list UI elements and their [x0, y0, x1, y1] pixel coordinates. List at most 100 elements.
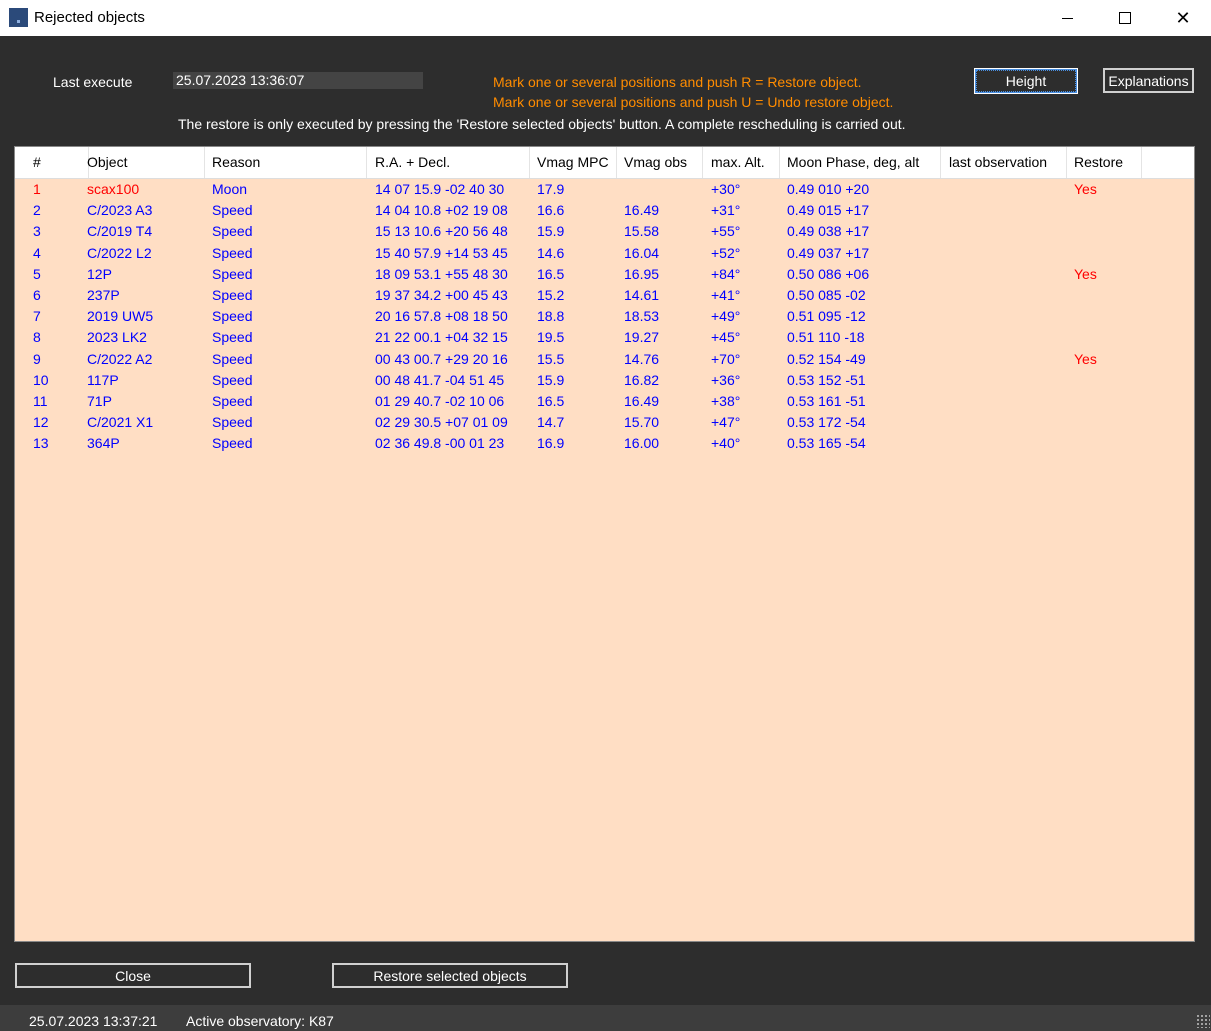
- cell-moon: 0.52 154 -49: [787, 350, 866, 367]
- cell-num: 3: [33, 223, 41, 240]
- cell-vmag-mpc: 14.6: [537, 244, 565, 261]
- cell-object: 237P: [87, 287, 120, 303]
- cell-max-alt: +52°: [711, 244, 741, 261]
- cell-reason: Speed: [212, 244, 253, 261]
- cell-object: C/2022 L2: [87, 244, 152, 261]
- cell-vmag-mpc: 15.9: [537, 223, 565, 240]
- table-row[interactable]: 7 2019 UW5 Speed 20 16 57.8 +08 18 50 18.8 18…: [15, 306, 1194, 327]
- table-row[interactable]: 13 364P Speed 02 36 49.8 -00 01 23 16.9 16.00…: [15, 433, 1194, 454]
- cell-object: 117P: [87, 371, 119, 388]
- cell-last-obs: [941, 306, 949, 327]
- column-header-moon[interactable]: Moon Phase, deg, alt: [779, 147, 941, 178]
- table-row[interactable]: 1 scax100 Moon 14 07 15.9 -02 40 30 17.9 +30°…: [15, 179, 1194, 200]
- cell-max-alt: +84°: [711, 265, 741, 282]
- table-row[interactable]: 6 237P Speed 19 37 34.2 +00 45 43 15.2 14.61 +…: [15, 285, 1194, 306]
- cell-reason: Speed: [212, 435, 253, 452]
- table-row[interactable]: 10 117P Speed 00 48 41.7 -04 51 45 15.9 16.82…: [15, 370, 1194, 391]
- cell-last-obs: [941, 200, 949, 221]
- cell-object: 2019 UW5: [87, 308, 154, 325]
- cell-num: 11: [33, 393, 48, 409]
- cell-vmag-obs: 19.27: [624, 329, 660, 346]
- cell-object: 71P: [87, 393, 112, 409]
- column-header-vmag-obs[interactable]: Vmag obs: [616, 147, 703, 178]
- cell-max-alt: +41°: [711, 287, 741, 303]
- column-header-restore[interactable]: Restore: [1066, 147, 1142, 178]
- table-row[interactable]: 9 C/2022 A2 Speed 00 43 00.7 +29 20 16 15.5 1…: [15, 349, 1194, 370]
- status-observatory: Active observatory: K87: [186, 1013, 334, 1029]
- cell-num: 2: [33, 202, 41, 219]
- cell-reason: Speed: [212, 414, 253, 431]
- cell-num: 10: [33, 371, 49, 388]
- cell-restore: [1066, 327, 1074, 348]
- cell-restore: Yes: [1074, 265, 1097, 282]
- cell-vmag-obs: 15.58: [624, 223, 660, 240]
- cell-moon: 0.50 085 -02: [787, 287, 866, 303]
- cell-vmag-mpc: 16.5: [537, 393, 565, 409]
- close-button[interactable]: Close: [15, 963, 251, 988]
- cell-vmag-mpc: 15.2: [537, 287, 565, 303]
- table-row[interactable]: 12 C/2021 X1 Speed 02 29 30.5 +07 01 09 14.7…: [15, 412, 1194, 433]
- cell-num: 13: [33, 435, 49, 452]
- column-header-vmag-mpc[interactable]: Vmag MPC: [529, 147, 617, 178]
- cell-num: 7: [33, 308, 41, 325]
- cell-vmag-mpc: 16.9: [537, 435, 565, 452]
- cell-reason: Speed: [212, 308, 253, 325]
- cell-moon: 0.53 161 -51: [787, 393, 866, 409]
- cell-last-obs: [941, 243, 949, 264]
- rejected-objects-table[interactable]: # Object Reason R.A. + Decl. Vmag MPC Vm…: [14, 146, 1195, 942]
- cell-last-obs: [941, 370, 949, 391]
- cell-radec: 19 37 34.2 +00 45 43: [375, 287, 508, 303]
- table-row[interactable]: 3 C/2019 T4 Speed 15 13 10.6 +20 56 48 15.9 1…: [15, 221, 1194, 242]
- cell-reason: Speed: [212, 393, 253, 409]
- cell-restore: Yes: [1074, 181, 1097, 197]
- cell-max-alt: +38°: [711, 393, 741, 409]
- cell-object: C/2019 T4: [87, 223, 153, 240]
- column-header-last-observation[interactable]: last observation: [941, 147, 1067, 178]
- resize-grip-icon[interactable]: [1196, 1014, 1210, 1028]
- cell-reason: Speed: [212, 371, 253, 388]
- cell-num: 6: [33, 287, 41, 303]
- close-icon: ✕: [1175, 7, 1191, 28]
- column-header-reason[interactable]: Reason: [204, 147, 367, 178]
- table-row[interactable]: 4 C/2022 L2 Speed 15 40 57.9 +14 53 45 14.6 1…: [15, 243, 1194, 264]
- cell-object: scax100: [87, 181, 140, 197]
- cell-reason: Speed: [212, 265, 253, 282]
- maximize-button[interactable]: [1096, 0, 1154, 36]
- cell-moon: 0.53 172 -54: [787, 414, 866, 431]
- minimize-button[interactable]: [1038, 0, 1096, 36]
- cell-radec: 15 13 10.6 +20 56 48: [375, 223, 508, 240]
- cell-moon: 0.49 015 +17: [787, 202, 870, 219]
- cell-max-alt: +31°: [711, 202, 741, 219]
- cell-num: 9: [33, 350, 41, 367]
- cell-radec: 01 29 40.7 -02 10 06: [375, 393, 505, 409]
- cell-vmag-obs: 16.95: [624, 265, 660, 282]
- cell-object: 364P: [87, 435, 120, 452]
- cell-restore: Yes: [1074, 350, 1097, 367]
- restore-selected-button[interactable]: Restore selected objects: [332, 963, 568, 988]
- cell-moon: 0.50 086 +06: [787, 265, 870, 282]
- cell-radec: 00 43 00.7 +29 20 16: [375, 350, 508, 367]
- cell-object: C/2023 A3: [87, 202, 153, 219]
- close-window-button[interactable]: ✕: [1154, 0, 1211, 36]
- cell-restore: [1066, 370, 1074, 391]
- cell-reason: Speed: [212, 287, 253, 303]
- status-bar: 25.07.2023 13:37:21 Active observatory: …: [0, 1005, 1211, 1031]
- height-button[interactable]: Height: [974, 68, 1078, 94]
- cell-reason: Speed: [212, 350, 253, 367]
- cell-vmag-obs: 16.49: [624, 202, 660, 219]
- column-header-object[interactable]: Object: [79, 147, 205, 178]
- cell-restore: [1066, 243, 1074, 264]
- column-header-radec[interactable]: R.A. + Decl.: [367, 147, 530, 178]
- table-row[interactable]: 11 71P Speed 01 29 40.7 -02 10 06 16.5 16.49 +…: [15, 391, 1194, 412]
- minimize-icon: [1061, 17, 1073, 19]
- cell-reason: Moon: [212, 181, 248, 197]
- cell-radec: 18 09 53.1 +55 48 30: [375, 265, 508, 282]
- cell-restore: [1066, 221, 1074, 242]
- table-row[interactable]: 5 12P Speed 18 09 53.1 +55 48 30 16.5 16.95 +8…: [15, 264, 1194, 285]
- last-execute-value: 25.07.2023 13:36:07: [173, 72, 423, 89]
- table-row[interactable]: 2 C/2023 A3 Speed 14 04 10.8 +02 19 08 16.6 1…: [15, 200, 1194, 221]
- explanations-button[interactable]: Explanations: [1103, 68, 1194, 93]
- column-header-max-alt[interactable]: max. Alt.: [703, 147, 780, 178]
- table-row[interactable]: 8 2023 LK2 Speed 21 22 00.1 +04 32 15 19.5 19…: [15, 327, 1194, 348]
- cell-radec: 02 29 30.5 +07 01 09: [375, 414, 508, 431]
